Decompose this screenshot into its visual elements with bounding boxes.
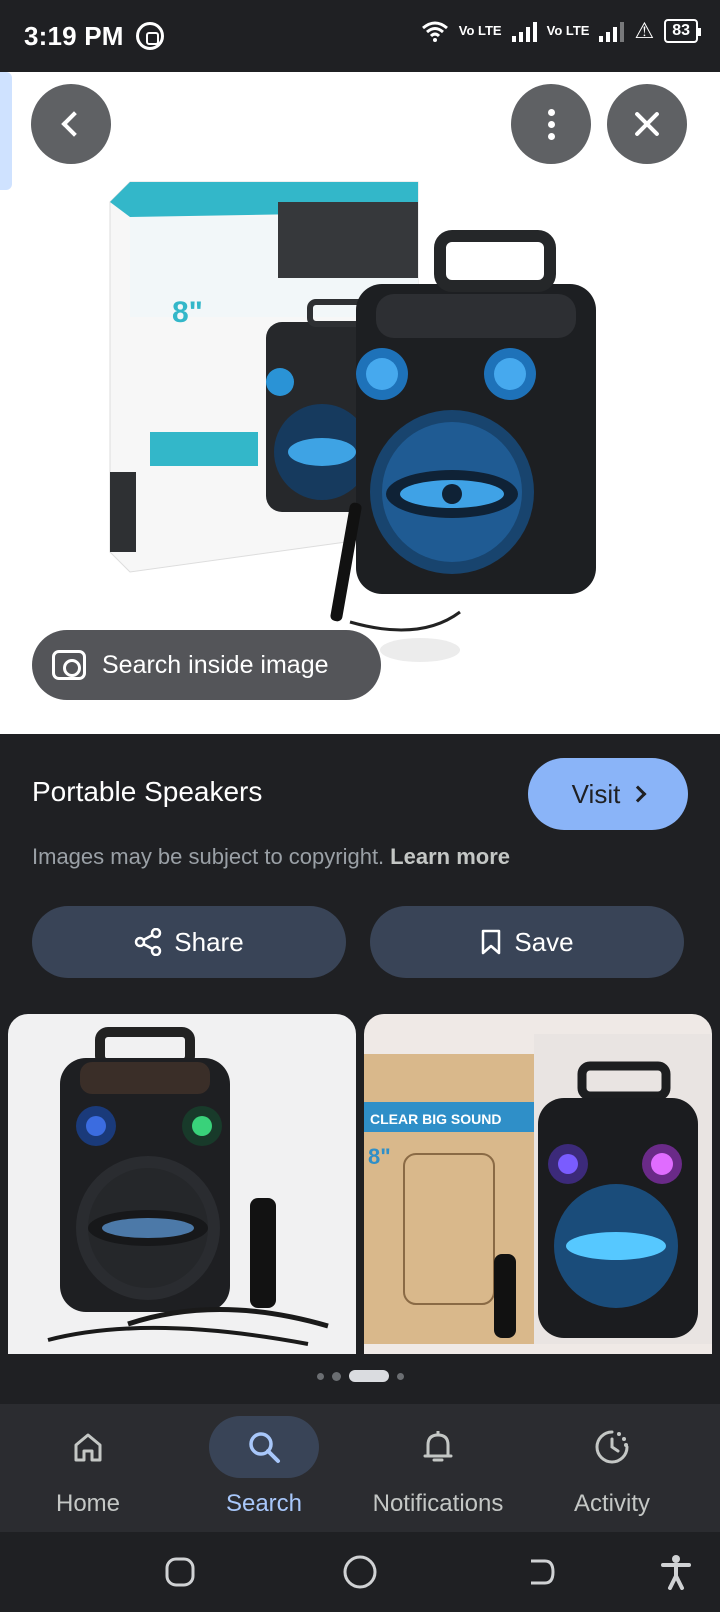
accessibility-button[interactable] [656,1552,696,1592]
page-dot [331,1371,341,1381]
share-label: Share [174,926,244,957]
page-dot [316,1372,324,1380]
nav-notifications[interactable]: Notifications [358,1416,518,1526]
back-system-icon [531,1559,555,1585]
side-handle[interactable] [0,72,12,190]
copyright-notice: Images may be subject to copyright. Learn… [32,844,510,870]
nav-search-label: Search [225,1490,303,1517]
speaker-thumbnail-1 [47,1027,329,1346]
battery-indicator: 83 [664,19,701,43]
flask-icon: ⚠ [634,18,655,43]
related-image-2[interactable]: CLEAR BIG SOUND 8" [364,1014,712,1354]
learn-more-link[interactable]: Learn more [390,844,510,869]
activity-icon [595,1430,629,1464]
page-indicator [0,1370,720,1382]
nav-notifications-label: Notifications [372,1490,504,1517]
nav-search[interactable]: Search [184,1416,344,1526]
svg-text:8": 8" [368,1144,391,1169]
visit-label: Visit [571,778,621,809]
home-circle-icon [343,1555,377,1589]
status-bar: 3:19 PM Vo LTE Vo LTE ⚠ 83 [0,0,720,72]
save-label: Save [514,926,574,957]
visit-button[interactable]: Visit [528,758,688,830]
lte-indicator-2: Vo LTE [546,23,590,38]
share-icon [135,928,162,956]
whatsapp-icon [135,22,164,50]
nav-home-label: Home [55,1490,121,1517]
lens-icon [52,650,86,680]
search-inside-image-button[interactable]: Search inside image [32,630,381,700]
copyright-text: Images may be subject to copyright. [32,844,385,869]
image-viewer[interactable]: 8" Search inside image [0,72,720,734]
page-title[interactable]: Portable Speakers [32,776,262,808]
status-icons: Vo LTE Vo LTE ⚠ 83 [421,18,701,44]
page-dot [396,1372,404,1380]
signal-bars-icon [511,20,537,42]
close-icon [633,110,661,138]
nav-home[interactable]: Home [8,1416,168,1526]
bookmark-icon [482,929,501,955]
related-images: CLEAR BIG SOUND 8" [0,1014,720,1354]
search-icon-wrap [209,1416,319,1478]
bell-icon-wrap [383,1416,493,1478]
activity-icon-wrap [557,1416,667,1478]
accessibility-icon [661,1555,691,1590]
signal-bars-icon-2 [599,20,625,42]
recents-icon [165,1557,195,1587]
share-button[interactable]: Share [32,906,346,978]
page-dot-active [348,1370,389,1382]
wifi-icon [421,21,448,42]
related-image-1[interactable] [8,1014,356,1354]
home-system-button[interactable] [340,1552,380,1592]
status-time: 3:19 PM [24,20,124,51]
more-vert-icon [547,108,555,140]
lte-indicator-1: Vo LTE [458,23,502,38]
image-info-panel: Portable Speakers Visit Images may be su… [0,734,720,1014]
chevron-left-icon [61,111,87,137]
bell-icon [423,1431,453,1462]
bottom-navigation: Home Search Notifications Activity [0,1404,720,1532]
svg-text:CLEAR BIG SOUND: CLEAR BIG SOUND [370,1111,501,1127]
save-button[interactable]: Save [370,906,684,978]
nav-activity[interactable]: Activity [532,1416,692,1526]
speaker-thumbnail-2: CLEAR BIG SOUND 8" [364,1034,712,1344]
more-options-button[interactable] [511,84,591,164]
system-navigation-bar [0,1532,720,1612]
svg-text:8": 8" [172,296,203,329]
close-button[interactable] [607,84,687,164]
search-icon [249,1432,280,1463]
home-icon-wrap [33,1416,143,1478]
chevron-right-icon [629,785,647,803]
back-system-button[interactable] [520,1552,560,1592]
product-image: 8" [109,181,596,662]
back-button[interactable] [31,84,111,164]
nav-activity-label: Activity [573,1490,650,1517]
home-icon [74,1433,102,1462]
recents-button[interactable] [160,1552,200,1592]
search-inside-label: Search inside image [102,650,329,679]
